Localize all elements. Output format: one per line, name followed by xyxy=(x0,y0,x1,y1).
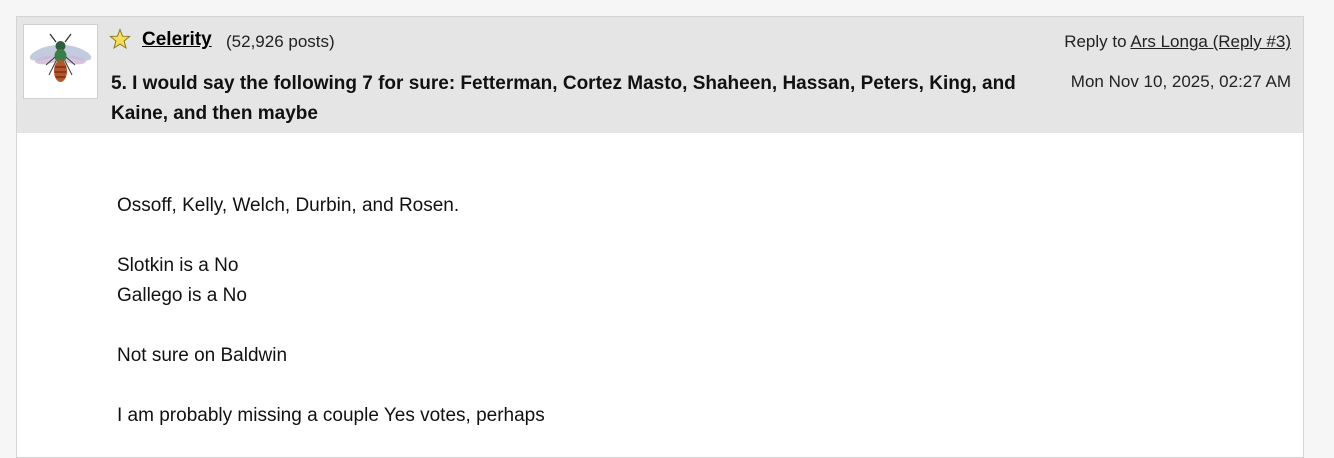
body-line: Gallego is a No xyxy=(117,285,247,306)
post-body: Ossoff, Kelly, Welch, Durbin, and Rosen.… xyxy=(117,191,1217,431)
post-title: 5. I would say the following 7 for sure:… xyxy=(111,73,1016,124)
avatar[interactable] xyxy=(23,24,98,99)
body-line xyxy=(117,371,1217,401)
body-line xyxy=(117,221,1217,251)
body-line: Ossoff, Kelly, Welch, Durbin, and Rosen. xyxy=(117,195,460,216)
reply-to-link[interactable]: Ars Longa (Reply #3) xyxy=(1130,32,1291,51)
reply-to-line: Reply to Ars Longa (Reply #3) xyxy=(1064,32,1291,52)
post-card: Celerity (52,926 posts) Reply to Ars Lon… xyxy=(16,16,1304,458)
post-date: Mon Nov 10, 2025, 02:27 AM xyxy=(1070,72,1291,91)
star-icon xyxy=(109,28,131,50)
post-header: Celerity (52,926 posts) Reply to Ars Lon… xyxy=(17,17,1303,133)
body-line: Not sure on Baldwin xyxy=(117,345,288,366)
author-name-link[interactable]: Celerity xyxy=(142,29,212,51)
reply-to-prefix: Reply to xyxy=(1064,32,1131,51)
body-line xyxy=(117,311,1217,341)
wasp-icon xyxy=(29,33,92,82)
body-line: I am probably missing a couple Yes votes… xyxy=(117,405,545,426)
post-count: (52,926 posts) xyxy=(226,32,335,51)
body-line: Slotkin is a No xyxy=(117,255,239,276)
